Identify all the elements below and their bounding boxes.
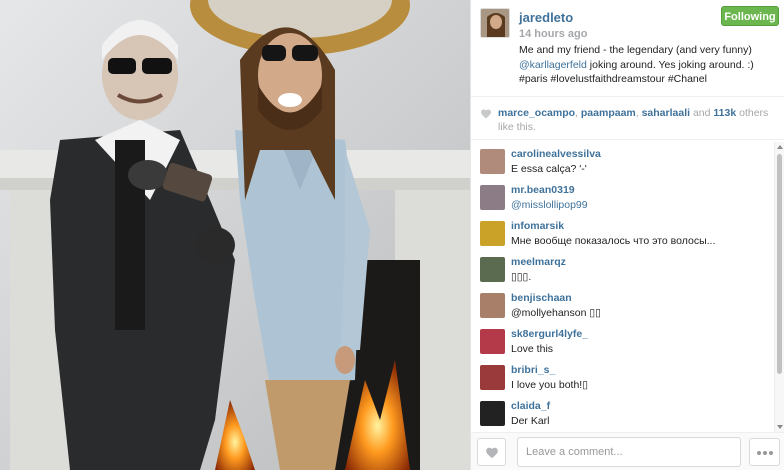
- following-button[interactable]: Following: [721, 6, 779, 26]
- commenter-username[interactable]: infomarsik: [511, 220, 564, 232]
- post-details-panel: jaredleto Following 14 hours ago Me and …: [470, 0, 784, 470]
- liker-link[interactable]: paampaam: [581, 107, 636, 119]
- likes-text: marce_ocampo, paampaam, saharlaali and 1…: [498, 106, 778, 134]
- ellipsis-icon: [756, 451, 761, 455]
- scroll-down-arrow-icon[interactable]: [777, 425, 783, 429]
- commenter-username[interactable]: mr.bean0319: [511, 184, 575, 196]
- likes-and: and: [690, 107, 714, 119]
- post-header: jaredleto Following 14 hours ago Me and …: [471, 0, 784, 95]
- comment-item: carolinealvessilva E essa calça? '-': [471, 142, 773, 179]
- scroll-up-arrow-icon[interactable]: [777, 145, 783, 149]
- commenter-avatar[interactable]: [480, 365, 505, 390]
- comment-item: claida_f Der Karl: [471, 394, 773, 431]
- photo-illustration: [0, 0, 470, 470]
- comment-item: mr.bean0319 @misslollipop99: [471, 178, 773, 215]
- heart-icon: [486, 447, 498, 459]
- caption-hashtags[interactable]: #paris #lovelustfaithdreamstour #Chanel: [519, 73, 707, 85]
- heart-icon: [481, 109, 491, 119]
- more-options-button[interactable]: [749, 438, 780, 466]
- commenter-username[interactable]: meelmarqz: [511, 256, 566, 268]
- commenter-username[interactable]: bribri_s_: [511, 364, 555, 376]
- post-caption: Me and my friend - the legendary (and ve…: [519, 43, 781, 87]
- like-button[interactable]: [477, 438, 506, 466]
- comment-input[interactable]: [517, 437, 741, 467]
- caption-line2: joking around. Yes joking around. :): [586, 58, 754, 71]
- commenter-username[interactable]: claida_f: [511, 400, 550, 412]
- comment-text: E essa calça? '-': [511, 163, 587, 175]
- ellipsis-icon: [762, 451, 767, 455]
- commenter-avatar[interactable]: [480, 401, 505, 426]
- comment-item: sk8ergurl4lyfe_ Love this: [471, 322, 773, 359]
- comment-footer: [471, 432, 784, 470]
- ellipsis-icon: [768, 451, 773, 455]
- scroll-thumb[interactable]: [777, 154, 782, 374]
- commenter-avatar[interactable]: [480, 329, 505, 354]
- commenter-avatar[interactable]: [480, 221, 505, 246]
- comment-text: Der Karl: [511, 415, 550, 427]
- comments-list: carolinealvessilva E essa calça? '-' mr.be…: [471, 142, 773, 432]
- comment-item: benjischaan @mollyehanson ▯▯: [471, 286, 773, 323]
- liker-link[interactable]: marce_ocampo: [498, 107, 575, 119]
- likes-count[interactable]: 113k: [713, 107, 736, 119]
- comment-text: ▯▯▯.: [511, 271, 532, 283]
- commenter-username[interactable]: sk8ergurl4lyfe_: [511, 328, 588, 340]
- post-timestamp: 14 hours ago: [519, 28, 588, 40]
- liker-link[interactable]: saharlaali: [642, 107, 690, 119]
- comment-text: Мне вообще показалось что это волосы...: [511, 235, 716, 247]
- comment-item: bribri_s_ I love you both!▯: [471, 358, 773, 395]
- caption-mention-link[interactable]: @karllagerfeld: [519, 59, 587, 71]
- comments-scrollbar[interactable]: [774, 142, 784, 432]
- commenter-username[interactable]: benjischaan: [511, 292, 572, 304]
- commenter-avatar[interactable]: [480, 185, 505, 210]
- author-username[interactable]: jaredleto: [519, 10, 573, 25]
- commenter-avatar[interactable]: [480, 257, 505, 282]
- likes-summary: marce_ocampo, paampaam, saharlaali and 1…: [471, 96, 784, 140]
- post-photo[interactable]: [0, 0, 470, 470]
- caption-line1: Me and my friend - the legendary (and ve…: [519, 44, 752, 56]
- comment-text: I love you both!▯: [511, 379, 588, 391]
- comment-item: meelmarqz ▯▯▯.: [471, 250, 773, 287]
- comment-item: infomarsik Мне вообще показалось что это …: [471, 214, 773, 251]
- commenter-avatar[interactable]: [480, 293, 505, 318]
- commenter-avatar[interactable]: [480, 149, 505, 174]
- comment-text: Love this: [511, 343, 554, 355]
- comment-text[interactable]: @misslollipop99: [511, 199, 588, 211]
- comment-text: @mollyehanson ▯▯: [511, 307, 601, 319]
- author-avatar[interactable]: [480, 8, 510, 38]
- commenter-username[interactable]: carolinealvessilva: [511, 148, 601, 160]
